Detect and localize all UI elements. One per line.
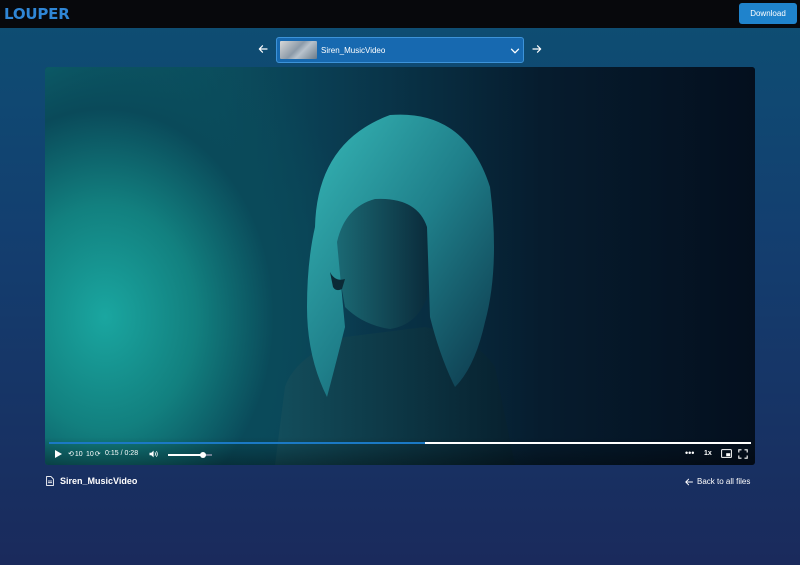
progress-bar[interactable] — [49, 442, 751, 444]
top-bar: LOUPER Download — [0, 0, 800, 28]
back-link-label: Back to all files — [697, 477, 751, 486]
playback-speed-button[interactable]: 1x — [704, 450, 712, 457]
fullscreen-button[interactable] — [738, 449, 748, 459]
chevron-down-icon — [510, 48, 520, 54]
rewind-10-icon: ⟲ — [68, 451, 74, 458]
rewind-10-button[interactable]: ⟲ 10 — [68, 450, 83, 459]
forward-10-icon: ⟳ — [94, 451, 101, 458]
forward-label: 10 — [86, 450, 94, 458]
volume-level — [168, 454, 204, 456]
progress-played — [49, 442, 426, 444]
volume-handle[interactable] — [200, 452, 207, 458]
video-player[interactable]: ⟲ 10 10 ⟳ 0:15 / 0:28 ••• 1x — [45, 67, 755, 465]
video-frame-figure — [275, 114, 515, 465]
file-thumbnail — [280, 41, 317, 59]
download-button[interactable]: Download — [739, 3, 797, 24]
rewind-label: 10 — [74, 450, 83, 458]
forward-10-button[interactable]: 10 ⟳ — [86, 450, 101, 459]
picture-in-picture-button[interactable] — [721, 449, 732, 458]
volume-slider[interactable] — [168, 452, 212, 458]
arrow-left-icon — [685, 478, 693, 485]
play-button[interactable] — [53, 449, 63, 459]
back-to-all-files-link[interactable]: Back to all files — [685, 477, 750, 486]
logo[interactable]: LOUPER — [4, 5, 70, 23]
arrow-left-icon — [258, 45, 268, 53]
document-icon — [46, 476, 54, 486]
file-select-dropdown[interactable]: Siren_MusicVideo — [276, 37, 524, 63]
previous-file-button[interactable] — [257, 43, 269, 55]
more-options-icon: ••• — [685, 448, 695, 458]
play-icon — [55, 450, 62, 458]
mute-button[interactable] — [149, 450, 159, 458]
fullscreen-icon — [738, 449, 748, 459]
video-frame[interactable] — [45, 67, 755, 465]
more-options-button[interactable]: ••• — [685, 448, 694, 458]
current-file-info: Siren_MusicVideo — [46, 476, 137, 486]
selected-file-label: Siren_MusicVideo — [321, 46, 386, 55]
picture-in-picture-icon — [721, 449, 732, 458]
next-file-button[interactable] — [531, 43, 543, 55]
arrow-right-icon — [532, 45, 542, 53]
player-controls: ⟲ 10 10 ⟳ 0:15 / 0:28 ••• 1x — [45, 437, 755, 465]
time-display: 0:15 / 0:28 — [105, 450, 139, 457]
volume-icon — [149, 450, 158, 458]
current-file-name: Siren_MusicVideo — [60, 476, 138, 486]
